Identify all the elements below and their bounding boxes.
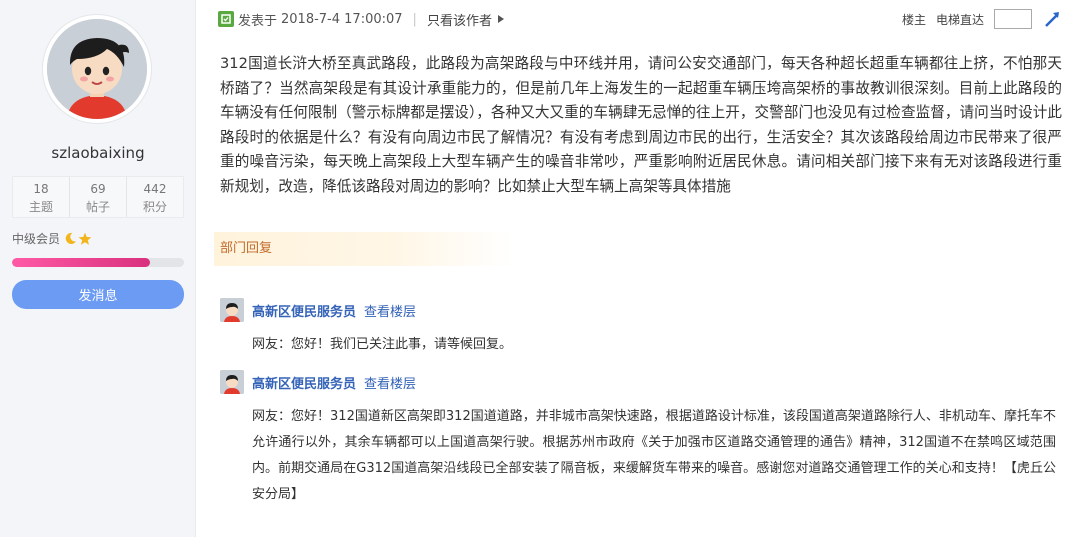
reply-avatar-icon[interactable]	[220, 370, 244, 394]
view-floor-link[interactable]: 查看楼层	[364, 301, 416, 320]
reply-author[interactable]: 高新区便民服务员	[252, 373, 356, 392]
post-header: 发表于 2018-7-4 17:00:07 | 只看该作者 楼主 电梯直达	[218, 8, 1064, 30]
floor-navigation: 楼主 电梯直达	[902, 8, 1064, 30]
stat-value: 18	[33, 182, 49, 196]
cartoon-face-avatar-icon	[47, 19, 147, 119]
level-progress-fill	[12, 258, 150, 267]
view-floor-link[interactable]: 查看楼层	[364, 373, 416, 392]
post-main: 发表于 2018-7-4 17:00:07 | 只看该作者 楼主 电梯直达 31…	[196, 0, 1080, 537]
reply-item: 高新区便民服务员 查看楼层 网友：您好！我们已关注此事，请等候回复。	[220, 298, 1056, 358]
stat-label: 积分	[142, 200, 167, 214]
avatar[interactable]	[42, 14, 152, 124]
member-level: 中级会员	[12, 230, 92, 247]
caret-right-icon	[497, 15, 504, 23]
level-label: 中级会员	[12, 232, 61, 246]
username[interactable]: szlaobaixing	[0, 144, 196, 162]
stat-label: 帖子	[85, 200, 110, 214]
post-status-icon	[218, 11, 234, 27]
only-author-link[interactable]: 只看该作者	[427, 10, 492, 29]
post-content: 312国道长浒大桥至真武路段，此路段为高架路段与中环线并用，请问公安交通部门，每…	[220, 55, 1062, 195]
reply-author[interactable]: 高新区便民服务员	[252, 301, 356, 320]
floor-label: 楼主	[901, 12, 926, 27]
elevator-label: 电梯直达	[935, 12, 984, 27]
reply-header: 高新区便民服务员 查看楼层	[220, 370, 1056, 394]
user-stats: 18 主题 69 帖子 442 积分	[12, 176, 184, 218]
floor-jump-input[interactable]	[994, 9, 1032, 29]
department-reply-heading: 部门回复	[214, 232, 514, 266]
stat-posts[interactable]: 69 帖子	[70, 177, 127, 217]
star-icon	[78, 232, 92, 245]
stat-topics[interactable]: 18 主题	[13, 177, 70, 217]
reply-text: 网友：您好！312国道新区高架即312国道道路，并非城市高架快速路，根据道路设计…	[252, 409, 1056, 502]
jump-arrow-icon[interactable]	[1042, 8, 1064, 30]
divider: |	[412, 11, 417, 27]
level-icons	[64, 232, 92, 246]
author-sidebar: szlaobaixing 18 主题 69 帖子 442 积分 中级会员 发消息	[0, 0, 196, 537]
reply-avatar-icon[interactable]	[220, 298, 244, 322]
stat-value: 442	[143, 182, 167, 196]
stat-label: 主题	[28, 200, 53, 214]
send-message-button[interactable]: 发消息	[12, 280, 184, 309]
post-datetime: 2018-7-4 17:00:07	[281, 11, 403, 27]
level-progress-bar	[12, 258, 184, 267]
stat-value: 69	[90, 182, 106, 196]
posted-label: 发表于	[238, 13, 278, 29]
reply-text: 网友：您好！我们已关注此事，请等候回复。	[252, 337, 513, 352]
moon-icon	[65, 232, 77, 244]
reply-header: 高新区便民服务员 查看楼层	[220, 298, 1056, 322]
stat-points[interactable]: 442 积分	[127, 177, 183, 217]
reply-item: 高新区便民服务员 查看楼层 网友：您好！312国道新区高架即312国道道路，并非…	[220, 370, 1056, 508]
